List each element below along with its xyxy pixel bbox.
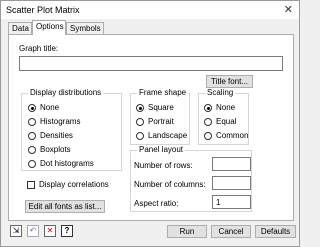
rows-label: Number of rows: — [134, 161, 193, 170]
radio-selected-icon[interactable] — [136, 104, 144, 112]
tab-options[interactable]: Options — [32, 20, 66, 35]
radio-selected-icon[interactable] — [204, 104, 212, 112]
frame-shape-label: Frame shape — [137, 88, 189, 97]
tab-symbols[interactable]: Symbols — [66, 22, 104, 34]
defaults-button[interactable]: Defaults — [255, 225, 296, 238]
panel-layout-group: Panel layout Number of rows: Number of c… — [130, 145, 252, 212]
display-distributions-group: Display distributions None Histograms De… — [21, 88, 122, 171]
checkbox-icon[interactable] — [27, 181, 35, 189]
radio-icon[interactable] — [28, 118, 36, 126]
radio-icon[interactable] — [136, 118, 144, 126]
radio-icon[interactable] — [28, 146, 36, 154]
radio-icon[interactable] — [204, 132, 212, 140]
panel-layout-label: Panel layout — [137, 145, 186, 154]
radio-icon[interactable] — [28, 132, 36, 140]
edit-all-fonts-button[interactable]: Edit all fonts as list... — [25, 200, 105, 213]
frame-shape-group: Frame shape Square Portrait Landscape — [130, 88, 190, 145]
radio-icon[interactable] — [204, 118, 212, 126]
clear-icon[interactable]: ✕ — [44, 225, 56, 237]
radio-selected-icon[interactable] — [28, 104, 36, 112]
title-font-button[interactable]: Title font... — [206, 75, 253, 88]
title-bar: Scatter Plot Matrix ✕ — [1, 1, 299, 19]
display-distributions-label: Display distributions — [28, 88, 104, 97]
pin-icon[interactable]: ⇲ — [10, 225, 22, 237]
run-button[interactable]: Run — [167, 225, 207, 238]
radio-icon[interactable] — [28, 160, 36, 168]
scaling-group: Scaling None Equal Common — [198, 88, 249, 145]
options-panel: Graph title: Title font... Display distr… — [8, 34, 294, 221]
graph-title-input[interactable] — [19, 56, 283, 71]
columns-input[interactable] — [212, 176, 251, 190]
window-title: Scatter Plot Matrix — [6, 5, 80, 15]
close-icon[interactable]: ✕ — [284, 3, 293, 16]
help-icon[interactable]: ? — [61, 225, 73, 237]
aspect-ratio-label: Aspect ratio: — [134, 199, 179, 208]
cancel-button[interactable]: Cancel — [211, 225, 251, 238]
tab-data[interactable]: Data — [8, 22, 32, 34]
graph-title-label: Graph title: — [19, 44, 59, 53]
rows-input[interactable] — [212, 157, 251, 171]
aspect-ratio-input[interactable]: 1 — [212, 195, 251, 209]
undo-icon[interactable]: ↶ — [27, 225, 39, 237]
columns-label: Number of columns: — [134, 180, 206, 189]
scatter-plot-matrix-dialog: Scatter Plot Matrix ✕ Data Options Symbo… — [0, 0, 300, 247]
scaling-label: Scaling — [205, 88, 236, 97]
radio-icon[interactable] — [136, 132, 144, 140]
